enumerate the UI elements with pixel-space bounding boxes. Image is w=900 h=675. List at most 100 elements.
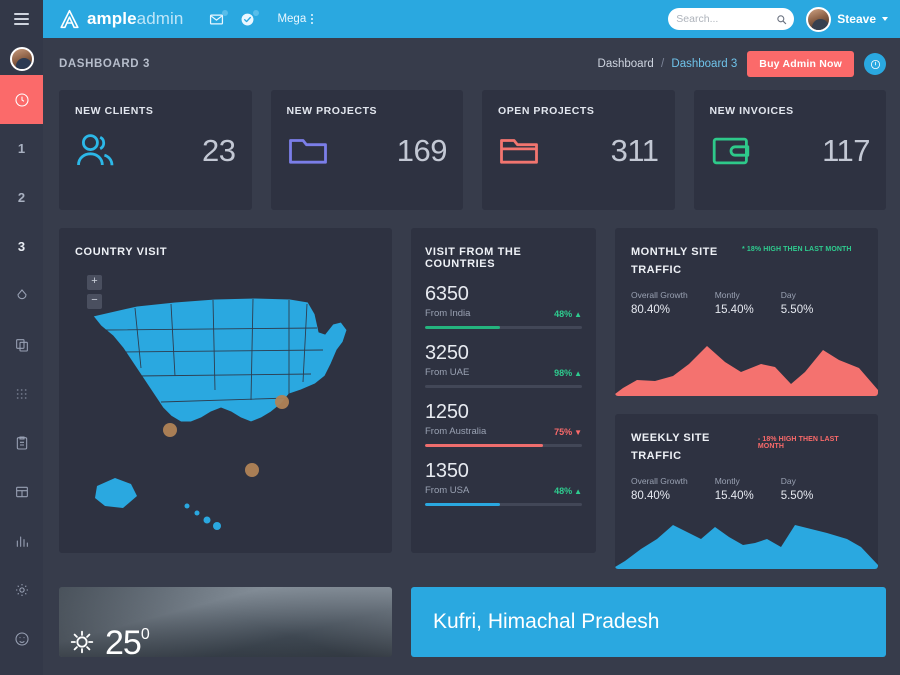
visit-percent: 75% ▼ [554, 427, 582, 437]
traffic-stat-value: 15.40% [714, 304, 754, 317]
user-menu[interactable]: Steave [806, 6, 888, 32]
stat-card-value: 311 [610, 133, 659, 168]
breadcrumb-separator: / [661, 58, 665, 70]
traffic-stat-label: Day [780, 476, 796, 487]
sidebar-item-widgets[interactable] [0, 663, 43, 675]
usa-map[interactable] [75, 272, 375, 532]
monthly-traffic-title: MONTHLY SITE TRAFFIC [631, 246, 718, 276]
traffic-stat-label: Day [780, 290, 796, 301]
sidebar-avatar[interactable] [9, 47, 34, 71]
stat-card-value: 23 [202, 133, 236, 168]
sidebar-item-3[interactable]: 3 [0, 222, 43, 271]
visit-progress-bar [425, 503, 582, 506]
breadcrumb: Dashboard / Dashboard 3 [598, 58, 738, 70]
breadcrumb-current: Dashboard 3 [671, 58, 738, 70]
stat-card-title: NEW INVOICES [709, 105, 794, 117]
map-marker [163, 423, 177, 437]
visit-percent: 48% ▲ [554, 486, 582, 496]
ample-logo-icon [59, 9, 80, 30]
settings-toggle-button[interactable] [864, 53, 886, 75]
traffic-stat: Montly 15.40% [715, 476, 754, 502]
check-circle-icon[interactable] [240, 10, 260, 26]
weather-image-card: 25 0 [59, 587, 392, 657]
page-header: DASHBOARD 3 Dashboard / Dashboard 3 Buy … [43, 38, 900, 90]
traffic-stat-label: Overall Growth [631, 290, 688, 301]
visit-progress-bar [425, 444, 582, 447]
visit-countries-panel: VISIT FROM THE COUNTRIES 6350 From India… [411, 228, 596, 553]
search-icon[interactable] [776, 14, 787, 25]
stat-card-new-invoices[interactable]: NEW INVOICES 117 [693, 90, 886, 210]
sidebar: 1 2 3 [0, 0, 43, 675]
search-input[interactable] [676, 13, 777, 25]
mega-menu[interactable]: Mega [277, 13, 314, 25]
sidebar-item-clock[interactable] [0, 75, 43, 124]
monthly-traffic-panel: MONTHLY SITE TRAFFIC * 18% HIGH THEN LAS… [615, 228, 878, 396]
apps-grid-icon [14, 386, 30, 402]
map-outlying-states [95, 478, 221, 530]
visit-percent: 48% ▲ [554, 309, 582, 319]
sidebar-item-label: 2 [17, 190, 26, 205]
mail-icon[interactable] [209, 10, 229, 26]
chevron-down-icon [882, 17, 888, 21]
sidebar-item-copy[interactable] [0, 320, 43, 369]
monthly-traffic-note: * 18% HIGH THEN LAST MONTH [742, 246, 852, 253]
sidebar-item-clipboard[interactable] [0, 418, 43, 467]
weekly-traffic-stats: Overall Growth 80.40% Montly 15.40% Day … [631, 476, 862, 502]
visit-source: From USA [425, 485, 470, 496]
visit-percent: 98% ▲ [554, 368, 582, 378]
buy-admin-button[interactable]: Buy Admin Now [747, 51, 854, 77]
topbar-right: Steave [668, 6, 888, 32]
traffic-stat-label: Overall Growth [631, 476, 688, 487]
sidebar-toggle-button[interactable] [0, 0, 43, 38]
temperature-value: 25 [105, 624, 142, 657]
sidebar-item-apps[interactable] [0, 369, 43, 418]
weekly-traffic-panel: WEEKLY SITE TRAFFIC - 18% HIGH THEN LAST… [615, 414, 878, 569]
traffic-stat: Overall Growth 80.40% [631, 290, 688, 316]
breadcrumb-root[interactable]: Dashboard [598, 58, 654, 70]
monthly-traffic-chart [615, 346, 878, 396]
sidebar-item-smiley[interactable] [0, 614, 43, 663]
sidebar-item-droplet[interactable] [0, 271, 43, 320]
sidebar-item-label: 1 [17, 141, 26, 156]
traffic-stat-value: 5.50% [780, 490, 814, 503]
topbar-icons: Mega [209, 10, 314, 26]
sidebar-item-2[interactable]: 2 [0, 173, 43, 222]
wallet-icon [710, 131, 752, 171]
topbar: ampleadmin Mega Search... Steave [43, 0, 900, 38]
visit-progress-bar [425, 385, 582, 388]
brand-text: ampleadmin [87, 9, 183, 29]
stat-card-new-projects[interactable]: NEW PROJECTS 169 [270, 90, 463, 210]
search-box[interactable] [668, 8, 795, 30]
gear-icon [14, 582, 30, 598]
stat-card-new-clients[interactable]: NEW CLIENTS 23 [59, 90, 252, 210]
dashboard-page: 1 2 3 ampleadmin Mega Search... Steave D… [0, 0, 900, 675]
users-icon [75, 131, 117, 171]
stat-card-value: 117 [822, 133, 870, 168]
weather-location-card: Kufri, Himachal Pradesh [411, 587, 886, 657]
sidebar-item-1[interactable]: 1 [0, 124, 43, 173]
middle-row: COUNTRY VISIT + − VISIT FROM THE COUNTRI… [59, 228, 886, 569]
traffic-stat-label: Montly [714, 476, 740, 487]
sidebar-item-chart[interactable] [0, 516, 43, 565]
visit-source: From UAE [425, 367, 470, 378]
visit-item: 1250 From Australia 75% ▼ [425, 401, 582, 447]
traffic-stat: Montly 15.40% [715, 290, 754, 316]
stat-card-open-projects[interactable]: OPEN PROJECTS 311 [482, 90, 675, 210]
brand-light: admin [136, 9, 184, 28]
clock-icon [14, 92, 30, 108]
page-header-right: Dashboard / Dashboard 3 Buy Admin Now [598, 51, 886, 77]
traffic-stat-value: 15.40% [714, 490, 754, 503]
country-visit-panel: COUNTRY VISIT + − [59, 228, 392, 553]
visit-source: From India [425, 308, 471, 319]
visit-progress-bar [425, 326, 582, 329]
stat-card-value: 169 [396, 133, 448, 168]
sidebar-item-table[interactable] [0, 467, 43, 516]
brand-logo[interactable]: ampleadmin [59, 9, 183, 30]
folder-open-icon [498, 131, 540, 171]
clipboard-icon [14, 435, 30, 451]
visit-item: 6350 From India 48% ▲ [425, 283, 582, 329]
hamburger-icon [14, 10, 29, 28]
sidebar-item-settings[interactable] [0, 565, 43, 614]
degree-symbol: 0 [140, 626, 150, 643]
traffic-stat: Overall Growth 80.40% [631, 476, 688, 502]
